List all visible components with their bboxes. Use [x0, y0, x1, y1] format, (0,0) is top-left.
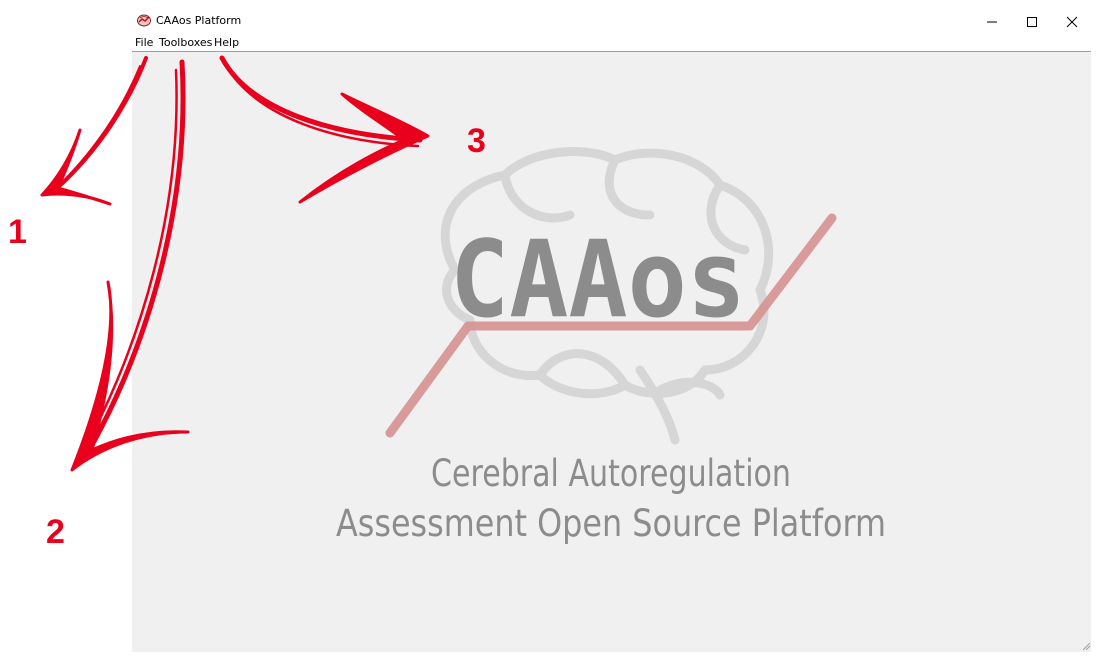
annotation-label-1: 1 [8, 213, 27, 251]
annotation-arrow-1 [40, 56, 148, 206]
logo-wordmark: CAAos [450, 218, 746, 341]
content-overlay: CAAos Cerebral Autoregulation Assessment… [8, 55, 1091, 651]
annotation-arrow-2 [70, 59, 190, 472]
screenshot-page: CAAos Platform File Toolboxes Help CAAos… [0, 0, 1102, 666]
logo-subtitle-line2: Assessment Open Source Platform [336, 502, 886, 545]
logo-subtitle-line1: Cerebral Autoregulation [431, 452, 791, 495]
annotation-arrow-3 [219, 55, 430, 204]
annotation-label-2: 2 [46, 513, 65, 551]
annotation-label-3: 3 [467, 122, 486, 160]
resize-grip-icon[interactable] [1082, 642, 1091, 651]
